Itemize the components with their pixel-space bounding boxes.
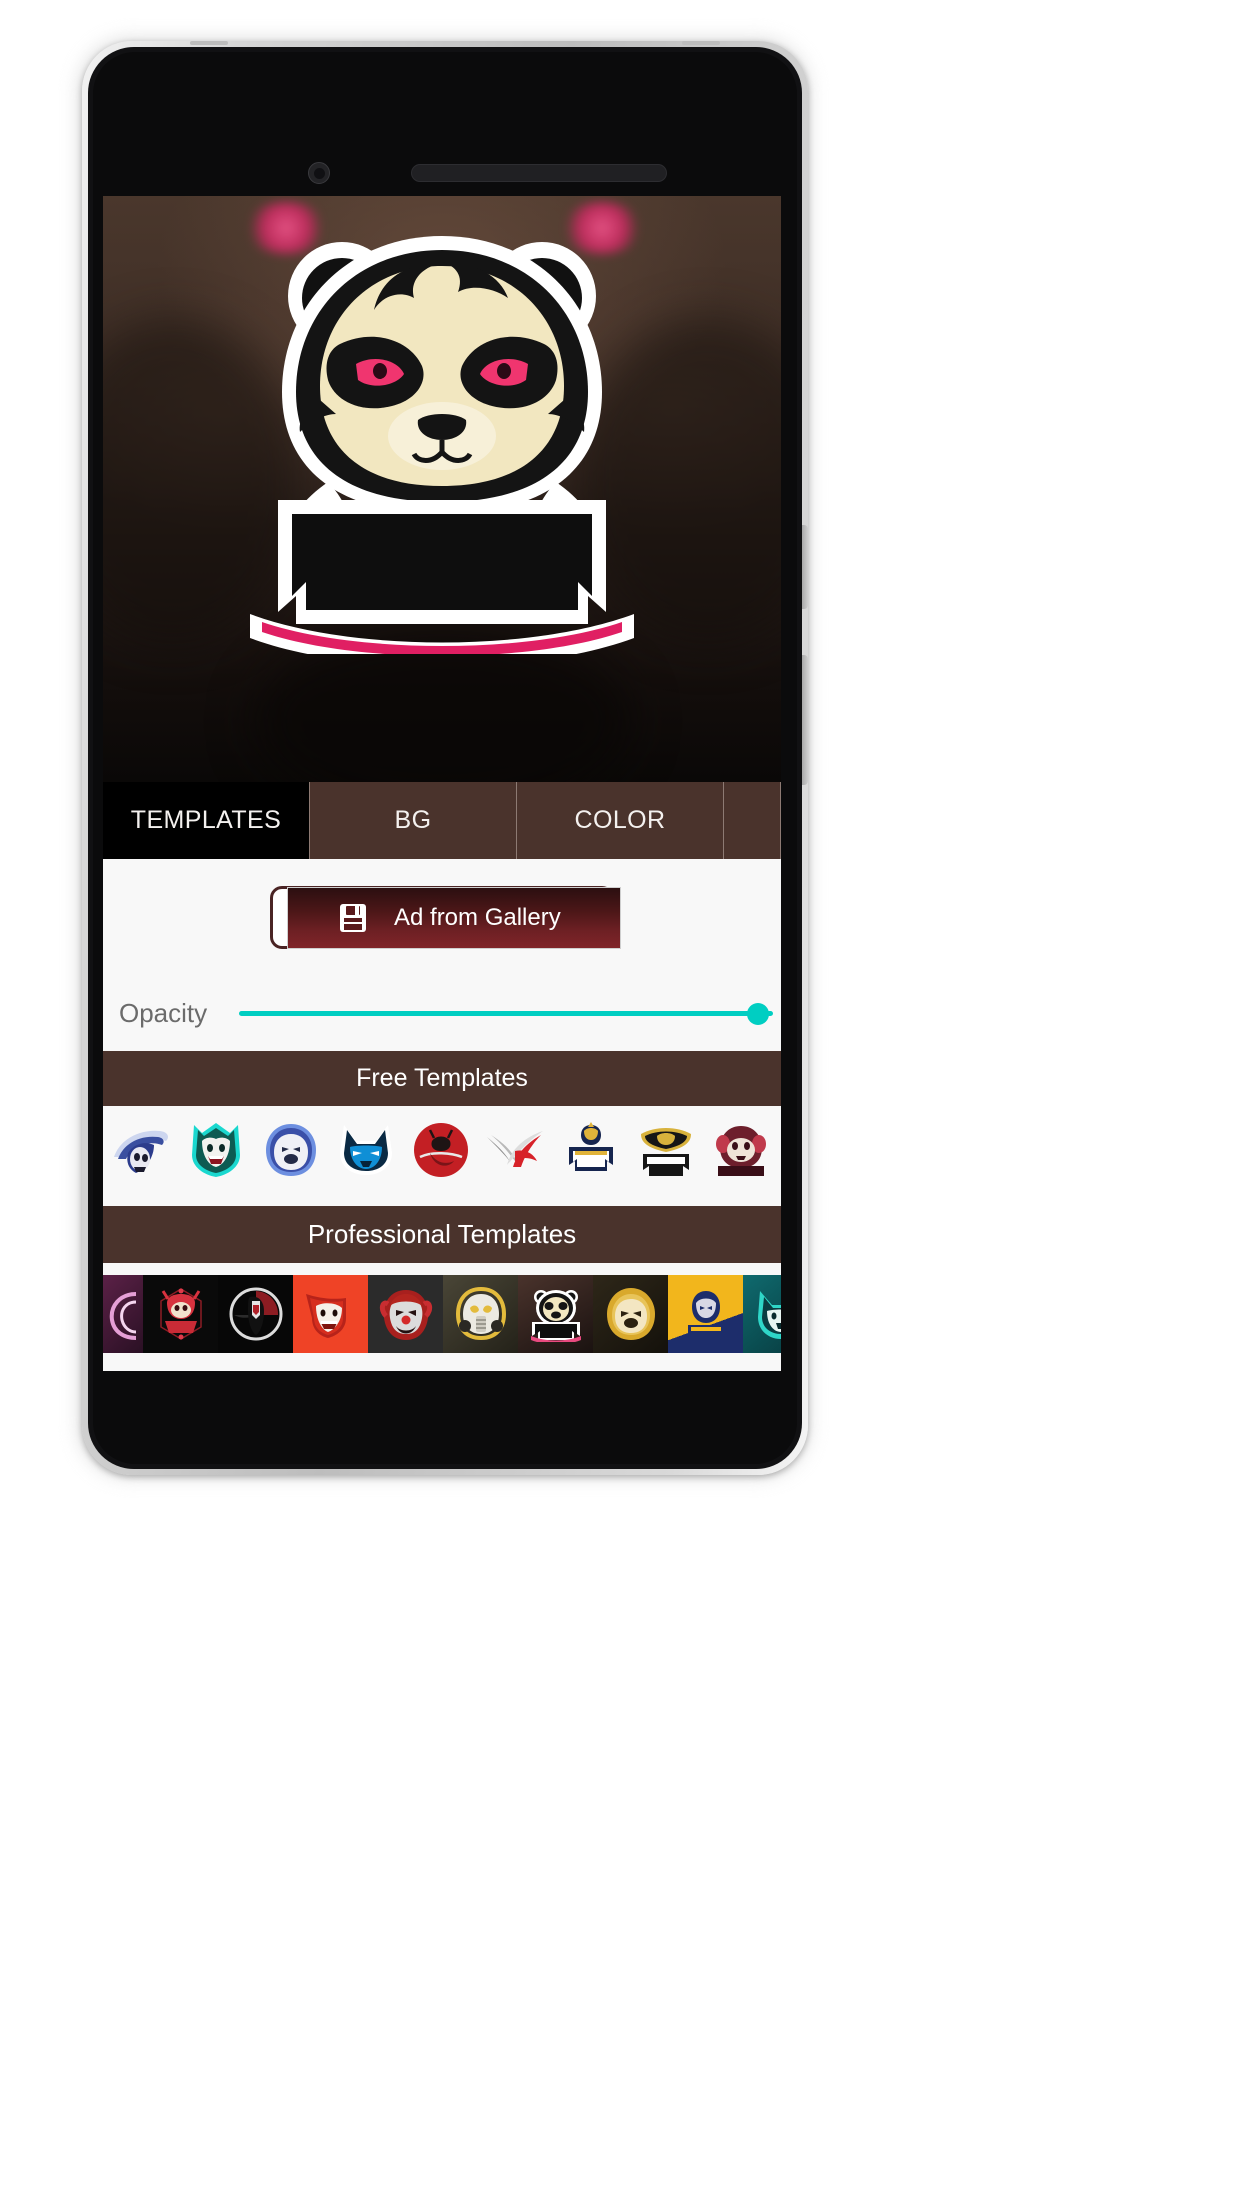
- professional-templates-strip[interactable]: [103, 1275, 781, 1353]
- tab-templates[interactable]: TEMPLATES: [103, 782, 310, 859]
- pro-template-item[interactable]: [293, 1275, 368, 1353]
- free-template-item[interactable]: [403, 1110, 478, 1190]
- editor-tab-bar: TEMPLATES BG COLOR: [103, 782, 781, 859]
- earpiece-speaker: [411, 164, 667, 182]
- opacity-slider[interactable]: [239, 994, 781, 1034]
- opacity-control-row: Opacity: [103, 976, 781, 1051]
- free-template-item[interactable]: [628, 1110, 703, 1190]
- opacity-label: Opacity: [119, 998, 208, 1028]
- pro-template-item[interactable]: [368, 1275, 443, 1353]
- volume-button[interactable]: [802, 655, 808, 785]
- power-button[interactable]: [802, 525, 808, 609]
- pro-template-item[interactable]: [103, 1275, 143, 1353]
- opacity-slider-thumb[interactable]: [747, 1002, 769, 1025]
- free-template-item[interactable]: [103, 1110, 178, 1190]
- add-from-gallery-inner: Ad from Gallery: [287, 887, 621, 949]
- free-template-item[interactable]: [178, 1110, 253, 1190]
- pro-template-item[interactable]: [443, 1275, 518, 1353]
- gallery-button-row: Ad from Gallery: [103, 859, 781, 976]
- save-floppy-icon: [340, 904, 366, 932]
- panda-mascot-artwork: [232, 214, 652, 654]
- logo-preview-canvas[interactable]: [103, 196, 781, 782]
- pro-template-item[interactable]: [593, 1275, 668, 1353]
- pro-template-item[interactable]: [518, 1275, 593, 1353]
- tab-bg[interactable]: BG: [310, 782, 517, 859]
- tab-more[interactable]: [724, 782, 781, 859]
- free-template-item[interactable]: [553, 1110, 628, 1190]
- app-screen: TEMPLATES BG COLOR Ad from Gallery Opaci…: [103, 196, 781, 1371]
- pro-template-item[interactable]: [218, 1275, 293, 1353]
- add-from-gallery-label: Ad from Gallery: [394, 904, 561, 931]
- tab-color[interactable]: COLOR: [517, 782, 724, 859]
- screenshot-root: TEMPLATES BG COLOR Ad from Gallery Opaci…: [0, 0, 1242, 2208]
- opacity-slider-track: [239, 1011, 773, 1016]
- add-from-gallery-button[interactable]: Ad from Gallery: [270, 886, 621, 949]
- free-templates-strip[interactable]: [103, 1106, 781, 1194]
- antenna-mark-right: [682, 41, 720, 45]
- professional-templates-header: Professional Templates: [103, 1206, 781, 1263]
- templates-panel: Ad from Gallery Opacity Free Templates P…: [103, 859, 781, 1371]
- pro-template-item[interactable]: [143, 1275, 218, 1353]
- antenna-mark-left: [190, 41, 228, 45]
- front-camera-icon: [308, 162, 330, 184]
- free-template-item[interactable]: [478, 1110, 553, 1190]
- free-template-item[interactable]: [253, 1110, 328, 1190]
- strip-bottom-gap: [103, 1353, 781, 1371]
- pro-template-item[interactable]: [668, 1275, 743, 1353]
- strip-separator: [103, 1263, 781, 1275]
- pro-template-item[interactable]: [743, 1275, 781, 1353]
- strip-separator: [103, 1194, 781, 1206]
- free-templates-header: Free Templates: [103, 1051, 781, 1106]
- free-template-item[interactable]: [328, 1110, 403, 1190]
- free-template-item[interactable]: [703, 1110, 778, 1190]
